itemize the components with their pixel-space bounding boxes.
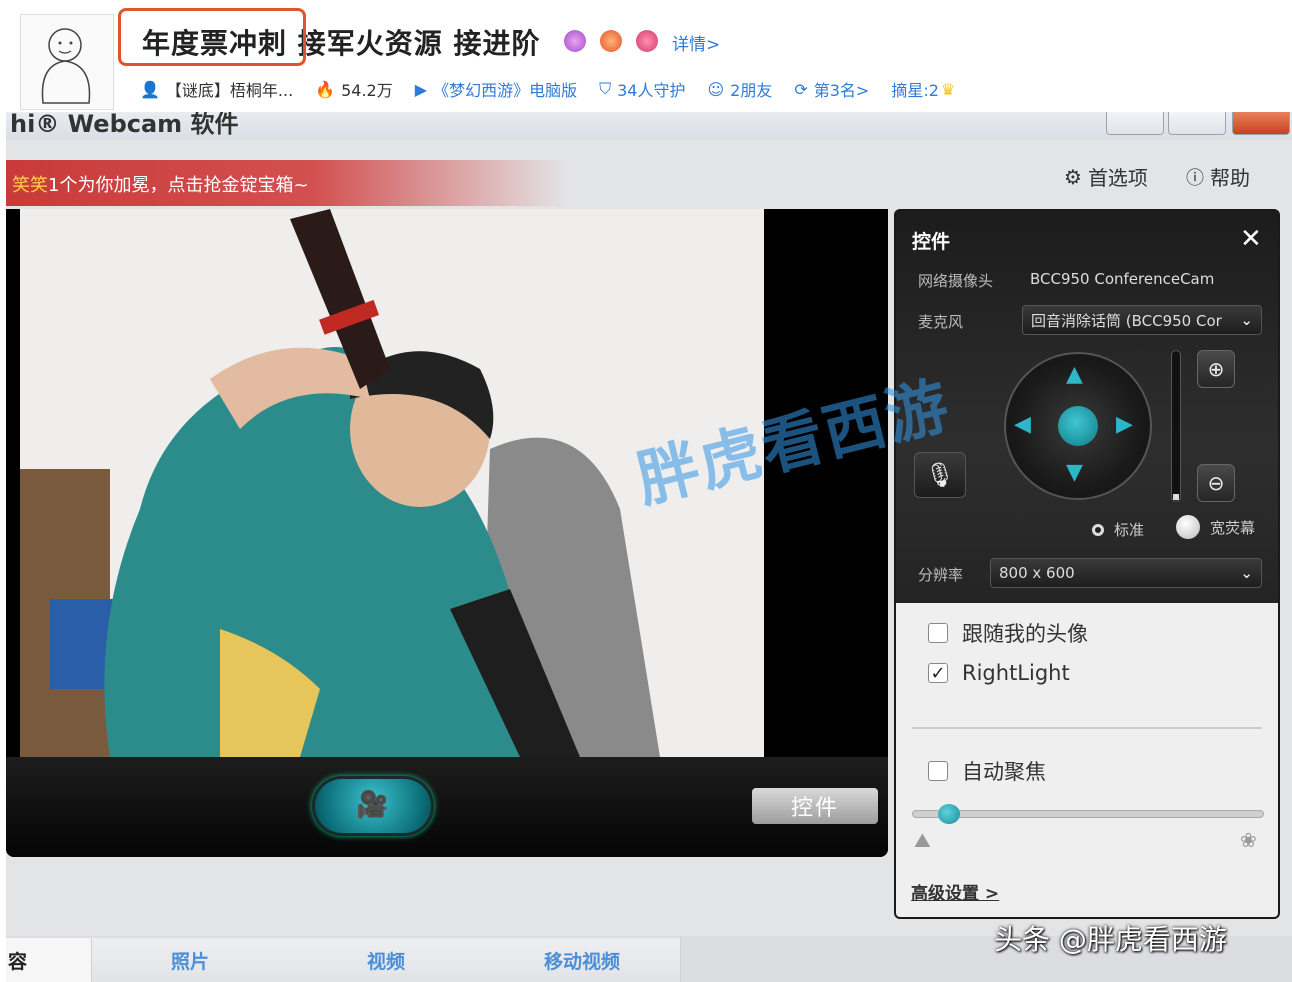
maximize-button[interactable] <box>1168 112 1226 135</box>
rightlight-checkbox[interactable]: ✓ RightLight <box>928 661 1070 685</box>
zoom-in-icon[interactable]: ⊕ <box>1197 350 1235 388</box>
stat-heat: 🔥 54.2万 <box>315 77 393 101</box>
follow-face-box <box>928 623 948 643</box>
stat-stars[interactable]: 摘星:2 ♛ <box>891 77 961 101</box>
camera-label: 网络摄像头 <box>918 272 994 290</box>
mic-value: 回音消除话筒 (BCC950 Cor <box>1031 311 1222 330</box>
stars-value: 摘星:2 <box>891 81 939 100</box>
game-name: 《梦幻西游》电脑版 <box>433 81 578 100</box>
focus-slider[interactable] <box>912 810 1264 818</box>
autofocus-label: 自动聚焦 <box>962 760 1046 784</box>
zoom-out-icon[interactable]: ⊖ <box>1197 464 1235 502</box>
arrow-up-icon[interactable]: ▲ <box>1066 362 1083 387</box>
resolution-value: 800 x 600 <box>999 564 1075 582</box>
autofocus-box <box>928 761 948 781</box>
friends-value: 2朋友 <box>730 81 773 100</box>
fire-icon: 🔥 <box>315 79 336 99</box>
banner-user: 笑笑 <box>12 175 48 196</box>
preferences-label: 首选项 <box>1087 166 1148 190</box>
video-camera-icon: 🎥 <box>356 790 389 820</box>
flower-icon: ❀ <box>1240 828 1257 852</box>
follow-face-checkbox[interactable]: 跟随我的头像 <box>928 618 1088 648</box>
shield-icon: ⛉ <box>599 79 612 98</box>
flower-badge-icon <box>564 30 586 52</box>
friends-icon: ☺ <box>707 79 725 99</box>
help-link[interactable]: ⓘ 帮助 <box>1186 162 1250 191</box>
gear-icon: ⚙ <box>1064 164 1082 189</box>
tab-content[interactable]: 容 <box>6 938 92 982</box>
avatar-drawing <box>41 28 91 104</box>
highlight-box <box>118 8 306 66</box>
tab-motion-video[interactable]: 移动视频 <box>484 938 681 982</box>
camera-value: BCC950 ConferenceCam <box>1030 270 1215 288</box>
crown-badge-icon <box>636 30 658 52</box>
stat-game[interactable]: ▶ 《梦幻西游》电脑版 <box>415 77 577 101</box>
chevron-down-icon: ⌄ <box>1240 311 1253 329</box>
tab-videos[interactable]: 视频 <box>288 938 485 982</box>
star-crown-icon: ♛ <box>940 79 956 99</box>
banner-message: 1个为你加冕，点击抢金锭宝箱~ <box>48 175 309 196</box>
arrow-down-icon[interactable]: ▼ <box>1066 460 1083 485</box>
sun-badge-icon <box>600 30 622 52</box>
panel-divider <box>912 727 1262 729</box>
play-icon: ▶ <box>414 79 428 99</box>
autofocus-checkbox[interactable]: 自动聚焦 <box>928 756 1046 786</box>
tab-photos[interactable]: 照片 <box>92 938 289 982</box>
guardians-value: 34人守护 <box>617 81 686 100</box>
close-window-button[interactable] <box>1232 112 1290 135</box>
radio-widescreen-label: 宽荧幕 <box>1210 518 1256 537</box>
zoom-slider-thumb[interactable] <box>1173 494 1179 500</box>
radio-standard[interactable]: 标准 <box>1092 519 1144 540</box>
radio-standard-label: 标准 <box>1114 521 1145 539</box>
radio-standard-dot <box>1092 523 1104 536</box>
stat-friends[interactable]: ☺ 2朋友 <box>707 77 772 101</box>
zoom-slider[interactable] <box>1171 350 1181 502</box>
panel-title: 控件 <box>912 231 951 253</box>
rightlight-label: RightLight <box>962 661 1070 685</box>
help-icon: ⓘ <box>1186 167 1204 189</box>
streamer-avatar[interactable] <box>20 14 114 110</box>
stream-stats: 👤 【谜底】梧桐年... 🔥 54.2万 ▶ 《梦幻西游》电脑版 ⛉ 34人守护 ☺ 2朋… <box>140 77 983 101</box>
arrow-right-icon[interactable]: ▶ <box>1116 412 1133 437</box>
rightlight-box: ✓ <box>928 663 948 684</box>
mic-label: 麦克风 <box>918 313 964 331</box>
detail-link[interactable]: 详情> <box>672 30 720 55</box>
user-name: 【谜底】梧桐年... <box>165 81 294 100</box>
controls-button[interactable]: 控件 <box>752 788 878 824</box>
resolution-label: 分辨率 <box>918 566 964 584</box>
gift-banner-text: 笑笑1个为你加冕，点击抢金锭宝箱~ <box>12 171 309 197</box>
close-icon[interactable]: ✕ <box>1240 224 1262 254</box>
stat-user[interactable]: 👤 【谜底】梧桐年... <box>140 77 293 101</box>
help-label: 帮助 <box>1210 166 1250 190</box>
follow-face-label: 跟随我的头像 <box>962 622 1088 646</box>
stat-guardians[interactable]: ⛉ 34人守护 <box>599 77 685 101</box>
advanced-settings-link[interactable]: 高级设置 > <box>911 879 999 904</box>
arrow-left-icon[interactable]: ◀ <box>1014 412 1031 437</box>
chevron-down-icon: ⌄ <box>1240 564 1253 582</box>
microphone-icon[interactable]: 🎙 <box>914 452 966 498</box>
app-titlebar: hi® Webcam 软件 <box>6 112 1292 140</box>
preferences-link[interactable]: ⚙ 首选项 <box>1064 162 1148 191</box>
app-title: hi® Webcam 软件 <box>10 112 239 138</box>
focus-slider-thumb[interactable] <box>938 804 960 824</box>
rank-icon: ⟳ <box>794 79 808 99</box>
heat-value: 54.2万 <box>341 81 393 100</box>
pan-center-button[interactable] <box>1058 406 1098 446</box>
radio-widescreen[interactable]: 宽荧幕 <box>1176 515 1255 539</box>
mountain-icon: ⛰ <box>914 828 931 852</box>
resolution-select[interactable]: 800 x 600 ⌄ <box>990 558 1262 588</box>
radio-widescreen-dot <box>1176 515 1200 539</box>
stat-rank[interactable]: ⟳ 第3名> <box>794 77 869 101</box>
user-icon: 👤 <box>140 79 160 99</box>
rank-value: 第3名> <box>813 81 870 100</box>
mic-select[interactable]: 回音消除话筒 (BCC950 Cor ⌄ <box>1022 305 1262 335</box>
source-credit: 头条 @胖虎看西游 <box>994 923 1227 956</box>
minimize-button[interactable] <box>1106 112 1164 135</box>
